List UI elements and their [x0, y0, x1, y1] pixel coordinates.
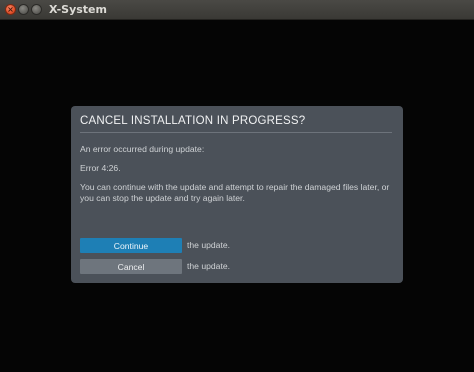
instructions-text: You can continue with the update and att… [80, 182, 390, 203]
cancel-description: the update. [187, 261, 231, 271]
title-bar[interactable]: × X-System [0, 0, 474, 20]
minimize-icon[interactable] [18, 4, 29, 15]
error-code: Error 4:26. [80, 163, 121, 173]
dialog-title: CANCEL INSTALLATION IN PROGRESS? [80, 115, 306, 127]
continue-description: the update. [187, 240, 231, 250]
close-icon[interactable]: × [5, 4, 16, 15]
error-message: An error occurred during update: [80, 144, 205, 154]
window-title: X-System [49, 3, 107, 16]
app-window: × X-System CANCEL INSTALLATION IN PROGRE… [0, 0, 474, 372]
cancel-button[interactable]: Cancel [80, 259, 182, 274]
continue-button[interactable]: Continue [80, 238, 182, 253]
cancel-installation-dialog: CANCEL INSTALLATION IN PROGRESS? An erro… [71, 106, 403, 283]
dialog-divider [80, 132, 392, 133]
maximize-icon[interactable] [31, 4, 42, 15]
